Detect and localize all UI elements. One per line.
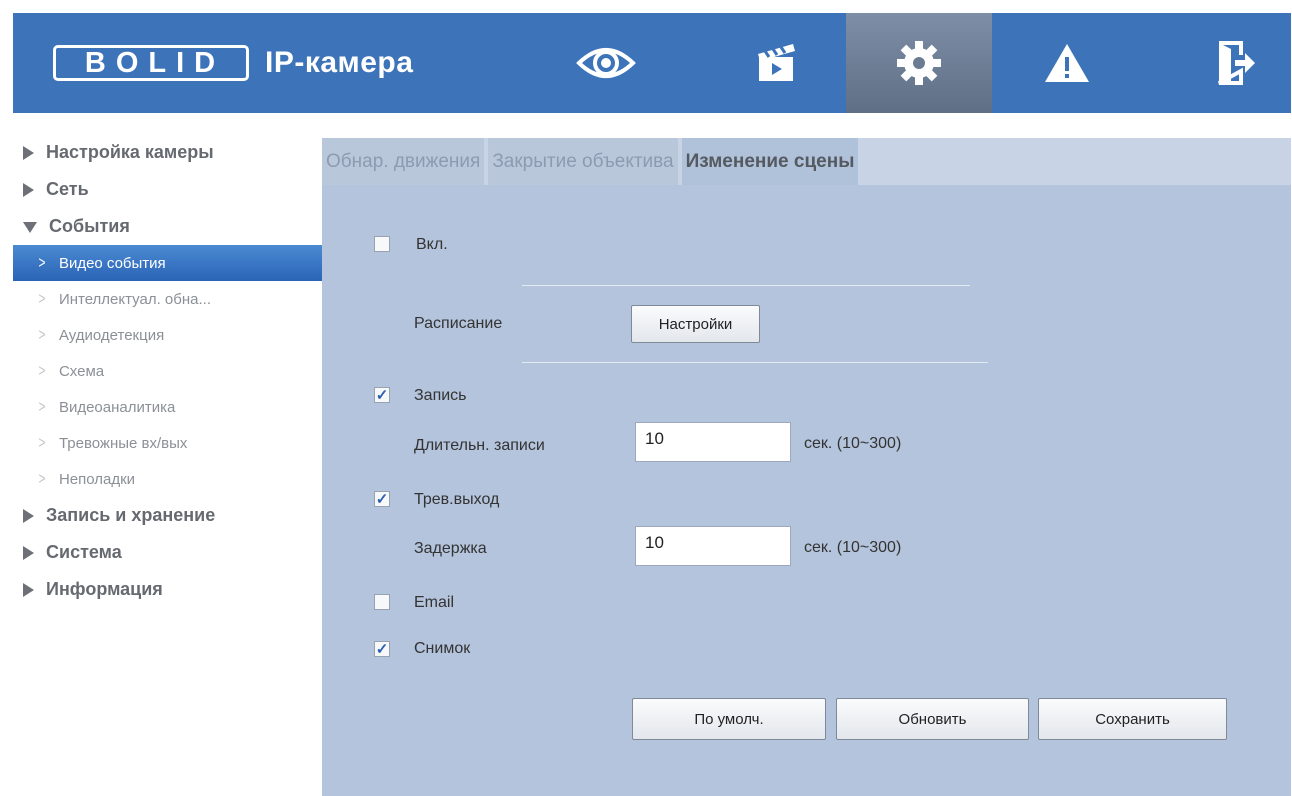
gear-icon [897,41,941,85]
chevron-right-icon: > [38,433,46,452]
schedule-settings-button[interactable]: Настройки [631,305,760,343]
sidebar-item-label: Неполадки [58,470,136,488]
record-duration-unit: сек. (10~300) [804,435,902,452]
sidebar-section-info[interactable]: Информация [13,571,322,608]
enable-checkbox[interactable] [374,236,390,252]
expand-arrow-icon [23,182,34,197]
chevron-right-icon: > [38,325,46,344]
record-duration-label: Длительн. записи [414,437,545,454]
expand-arrow-icon [23,508,34,523]
chevron-right-icon: > [38,253,46,272]
email-checkbox[interactable] [374,594,390,610]
top-bar: BOLID IP-камера [13,13,1291,113]
record-checkbox[interactable]: ✓ [374,387,390,403]
delay-label: Задержка [414,540,487,557]
logo-box: BOLID [53,45,249,81]
divider [522,362,988,363]
sidebar-item-video-analytics[interactable]: > Видеоаналитика [13,389,322,425]
record-label: Запись [414,387,467,404]
delay-input[interactable]: 10 [635,526,791,566]
sidebar-item-malfunctions[interactable]: > Неполадки [13,461,322,497]
snapshot-checkbox[interactable]: ✓ [374,641,390,657]
expand-arrow-icon [23,545,34,560]
sidebar-item-label: Аудиодетекция [58,326,165,344]
tab-tampering[interactable]: Закрытие объектива [488,138,678,185]
sidebar: Настройка камеры Сеть События > Видео со… [13,134,322,608]
logo: BOLID IP-камера [53,43,413,83]
nav-live-view[interactable] [533,13,679,113]
expand-arrow-icon [23,145,34,160]
chevron-right-icon: > [38,361,46,380]
default-button[interactable]: По умолч. [632,698,826,740]
email-label: Email [414,594,455,611]
chevron-right-icon: > [38,289,46,308]
sidebar-item-audio-detection[interactable]: > Аудиодетекция [13,317,322,353]
snapshot-label: Снимок [414,640,471,657]
sidebar-section-network[interactable]: Сеть [13,171,322,208]
sidebar-section-label: Настройка камеры [46,142,214,162]
sidebar-item-intelligent-detection[interactable]: > Интеллектуал. обна... [13,281,322,317]
sidebar-item-label: Схема [58,362,105,380]
chevron-right-icon: > [38,469,46,488]
sidebar-section-label: Сеть [46,179,89,199]
app-title: IP-камера [265,46,414,79]
nav-alarm[interactable] [994,13,1140,113]
sidebar-section-label: Система [46,542,122,562]
nav-logout[interactable] [1163,13,1292,113]
sidebar-section-events[interactable]: События [13,208,322,245]
record-duration-input[interactable]: 10 [635,422,791,462]
refresh-button[interactable]: Обновить [836,698,1029,740]
sidebar-item-label: Интеллектуал. обна... [58,290,211,308]
sidebar-item-alarm-io[interactable]: > Тревожные вх/вых [13,425,322,461]
logout-icon [1218,41,1255,85]
divider [522,285,970,286]
enable-label: Вкл. [416,236,448,253]
alarm-out-checkbox[interactable]: ✓ [374,491,390,507]
sidebar-section-camera[interactable]: Настройка камеры [13,134,322,171]
sidebar-section-label: Информация [46,579,163,599]
nav-settings[interactable] [846,13,992,113]
clapperboard-icon [758,44,795,81]
sidebar-section-system[interactable]: Система [13,534,322,571]
sidebar-item-label: Видеоаналитика [58,398,176,416]
sidebar-item-label: Тревожные вх/вых [58,434,188,452]
tab-motion-detection[interactable]: Обнар. движения [322,138,485,185]
sidebar-section-storage[interactable]: Запись и хранение [13,497,322,534]
nav-playback[interactable] [704,13,850,113]
delay-unit: сек. (10~300) [804,539,902,556]
alarm-out-label: Трев.выход [414,491,500,508]
eye-icon [576,48,636,78]
schedule-label: Расписание [414,315,503,332]
tab-scene-change[interactable]: Изменение сцены [681,138,859,185]
expand-arrow-icon [23,582,34,597]
sidebar-item-label: Видео события [58,254,166,272]
settings-panel: Вкл. Расписание Настройки ✓ Запись Длите… [322,185,1291,796]
sidebar-item-scheme[interactable]: > Схема [13,353,322,389]
sidebar-section-label: События [49,216,130,236]
warning-icon [1045,44,1089,82]
sidebar-item-video-events[interactable]: > Видео события [13,245,322,281]
collapse-arrow-icon [23,222,37,233]
save-button[interactable]: Сохранить [1038,698,1227,740]
sidebar-section-label: Запись и хранение [46,505,216,525]
tab-bar: Обнар. движения Закрытие объектива Измен… [322,138,1291,185]
chevron-right-icon: > [38,397,46,416]
